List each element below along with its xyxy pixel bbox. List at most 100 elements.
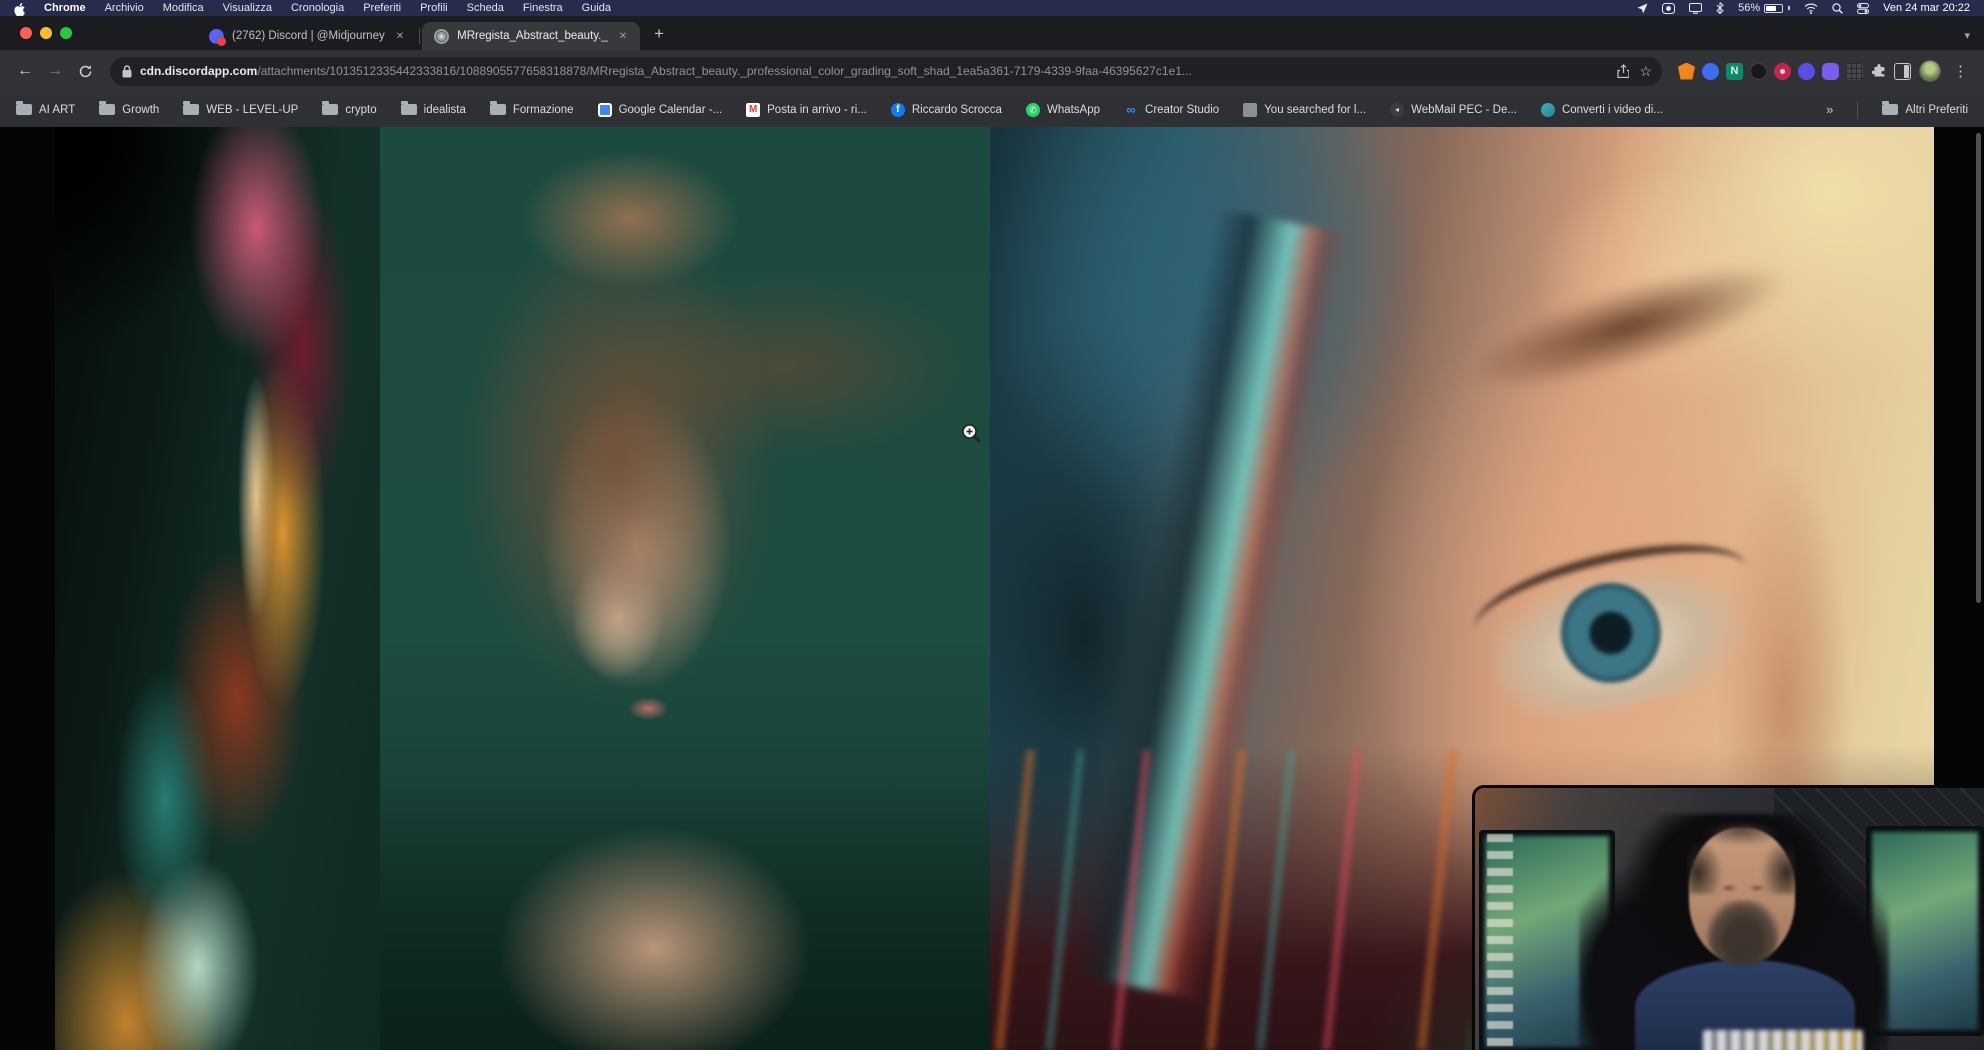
bookmark-label: You searched for l...	[1264, 104, 1366, 116]
bookmark-growth[interactable]: Growth	[99, 104, 159, 116]
discord-favicon	[209, 29, 224, 44]
url-text: cdn.discordapp.com/attachments/101351233…	[140, 64, 1607, 78]
presenter-beard	[1707, 900, 1779, 966]
display-mirroring-icon[interactable]	[1689, 2, 1702, 14]
bookmark-converti-video[interactable]: Converti i video di...	[1541, 103, 1663, 117]
menubar-item-scheda[interactable]: Scheda	[467, 2, 504, 14]
wifi-icon[interactable]	[1804, 2, 1818, 14]
close-window-button[interactable]	[20, 27, 32, 39]
bookmark-creator-studio[interactable]: Creator Studio	[1124, 103, 1219, 117]
apple-menu-icon[interactable]	[14, 3, 25, 14]
green-n-extension-icon[interactable]	[1726, 63, 1743, 80]
menubar-item-visualizza[interactable]: Visualizza	[223, 2, 272, 14]
bookmark-label: AI ART	[39, 104, 75, 116]
bookmark-label: Google Calendar -...	[619, 104, 723, 116]
zoom-window-button[interactable]	[60, 27, 72, 39]
menubar-item-guida[interactable]: Guida	[582, 2, 611, 14]
forward-button[interactable]: →	[42, 58, 68, 84]
close-tab-icon[interactable]: ✕	[616, 29, 630, 44]
back-button[interactable]: ←	[12, 58, 38, 84]
bookmark-whatsapp[interactable]: WhatsApp	[1026, 103, 1100, 117]
share-icon[interactable]	[1617, 64, 1629, 78]
grey-doc-icon	[1243, 103, 1257, 117]
grid-extension-icon[interactable]	[1846, 63, 1863, 80]
extensions-puzzle-icon[interactable]	[1870, 63, 1887, 80]
menubar-app-name[interactable]: Chrome	[44, 2, 86, 14]
other-bookmarks-folder[interactable]: Altri Preferiti	[1882, 104, 1968, 116]
bookmark-label: crypto	[345, 104, 376, 116]
screen-recording-icon[interactable]	[1662, 2, 1675, 14]
artwork-panel-portrait	[380, 127, 990, 1050]
bluetooth-icon[interactable]	[1716, 2, 1724, 14]
url-path: /attachments/1013512335442333816/1088905…	[257, 64, 1192, 78]
chrome-menu-icon[interactable]: ⋮	[1945, 62, 1972, 80]
bookmark-label: Altri Preferiti	[1905, 104, 1968, 116]
tab-image-active[interactable]: MRregista_Abstract_beauty._ ✕	[422, 22, 640, 50]
address-bar[interactable]: cdn.discordapp.com/attachments/101351233…	[110, 57, 1662, 86]
bookmark-label: WEB - LEVEL-UP	[206, 104, 298, 116]
bookmarks-divider	[1857, 101, 1858, 119]
bookmark-idealista[interactable]: idealista	[401, 104, 466, 116]
menubar-clock[interactable]: Ven 24 mar 20:22	[1883, 2, 1970, 14]
bookmark-label: WebMail PEC - De...	[1411, 104, 1517, 116]
blue-extension-icon[interactable]	[1702, 63, 1719, 80]
padlock-icon[interactable]	[122, 65, 132, 78]
tab-search-chevron-icon[interactable]: ▾	[1964, 29, 1970, 42]
bookmark-you-searched[interactable]: You searched for l...	[1243, 103, 1366, 117]
spotlight-search-icon[interactable]	[1832, 2, 1843, 14]
bookmark-crypto[interactable]: crypto	[322, 104, 376, 116]
window-controls	[20, 27, 72, 39]
screen: Chrome Archivio Modifica Visualizza Cron…	[0, 0, 1984, 1050]
battery-icon	[1764, 4, 1783, 13]
bookmark-ai-art[interactable]: AI ART	[16, 104, 75, 116]
menubar-item-profili[interactable]: Profili	[420, 2, 448, 14]
bookmarks-bar: AI ART Growth WEB - LEVEL-UP crypto idea…	[0, 92, 1984, 127]
menubar-item-preferiti[interactable]: Preferiti	[363, 2, 401, 14]
facebook-icon	[891, 103, 905, 117]
bookmark-star-icon[interactable]: ☆	[1639, 63, 1652, 80]
side-panel-icon[interactable]	[1894, 63, 1911, 80]
location-services-icon[interactable]	[1637, 2, 1648, 14]
tab-divider	[419, 28, 420, 44]
folder-icon	[322, 104, 338, 115]
tab-title: (2762) Discord | @Midjourney	[232, 30, 385, 42]
metamask-extension-icon[interactable]	[1678, 63, 1695, 80]
menubar-item-modifica[interactable]: Modifica	[163, 2, 204, 14]
purple-extension-icon[interactable]	[1798, 63, 1815, 80]
new-tab-button[interactable]: +	[646, 21, 672, 47]
presenter-eyes	[1715, 884, 1771, 892]
bookmark-webmail-pec[interactable]: WebMail PEC - De...	[1390, 103, 1517, 117]
folder-icon	[16, 104, 32, 115]
page-content	[0, 127, 1984, 1050]
bookmark-label: WhatsApp	[1047, 104, 1100, 116]
bookmark-google-calendar[interactable]: Google Calendar -...	[598, 103, 723, 117]
control-center-icon[interactable]	[1857, 2, 1869, 14]
battery-indicator[interactable]: 56%	[1738, 2, 1790, 14]
profile-avatar[interactable]	[1919, 60, 1941, 82]
bookmark-formazione[interactable]: Formazione	[490, 104, 574, 116]
channel-watermark	[1703, 1030, 1863, 1050]
menubar-item-finestra[interactable]: Finestra	[523, 2, 563, 14]
browser-window: (2762) Discord | @Midjourney ✕ MRregista…	[0, 16, 1984, 1050]
minimize-window-button[interactable]	[40, 27, 52, 39]
menubar-item-archivio[interactable]: Archivio	[105, 2, 144, 14]
menubar-item-cronologia[interactable]: Cronologia	[291, 2, 344, 14]
bookmarks-overflow-chevron[interactable]: »	[1826, 102, 1833, 117]
violet-extension-icon[interactable]	[1822, 63, 1839, 80]
bookmark-facebook-profile[interactable]: Riccardo Scrocca	[891, 103, 1002, 117]
extensions-row	[1678, 63, 1911, 80]
close-tab-icon[interactable]: ✕	[393, 29, 407, 44]
bookmark-web-level-up[interactable]: WEB - LEVEL-UP	[183, 104, 298, 116]
video-converter-icon	[1541, 103, 1555, 117]
folder-icon	[99, 104, 115, 115]
page-scrollbar[interactable]	[1976, 133, 1981, 603]
red-extension-icon[interactable]	[1774, 63, 1791, 80]
battery-percent-label: 56%	[1738, 2, 1760, 14]
reload-button[interactable]	[72, 58, 98, 84]
dark-circle-extension-icon[interactable]	[1750, 63, 1767, 80]
tab-discord[interactable]: (2762) Discord | @Midjourney ✕	[197, 22, 417, 50]
bookmark-gmail-inbox[interactable]: Posta in arrivo - ri...	[746, 103, 867, 117]
webmail-icon	[1390, 103, 1404, 117]
tab-title: MRregista_Abstract_beauty._	[457, 30, 608, 42]
tab-strip: (2762) Discord | @Midjourney ✕ MRregista…	[0, 16, 1984, 50]
